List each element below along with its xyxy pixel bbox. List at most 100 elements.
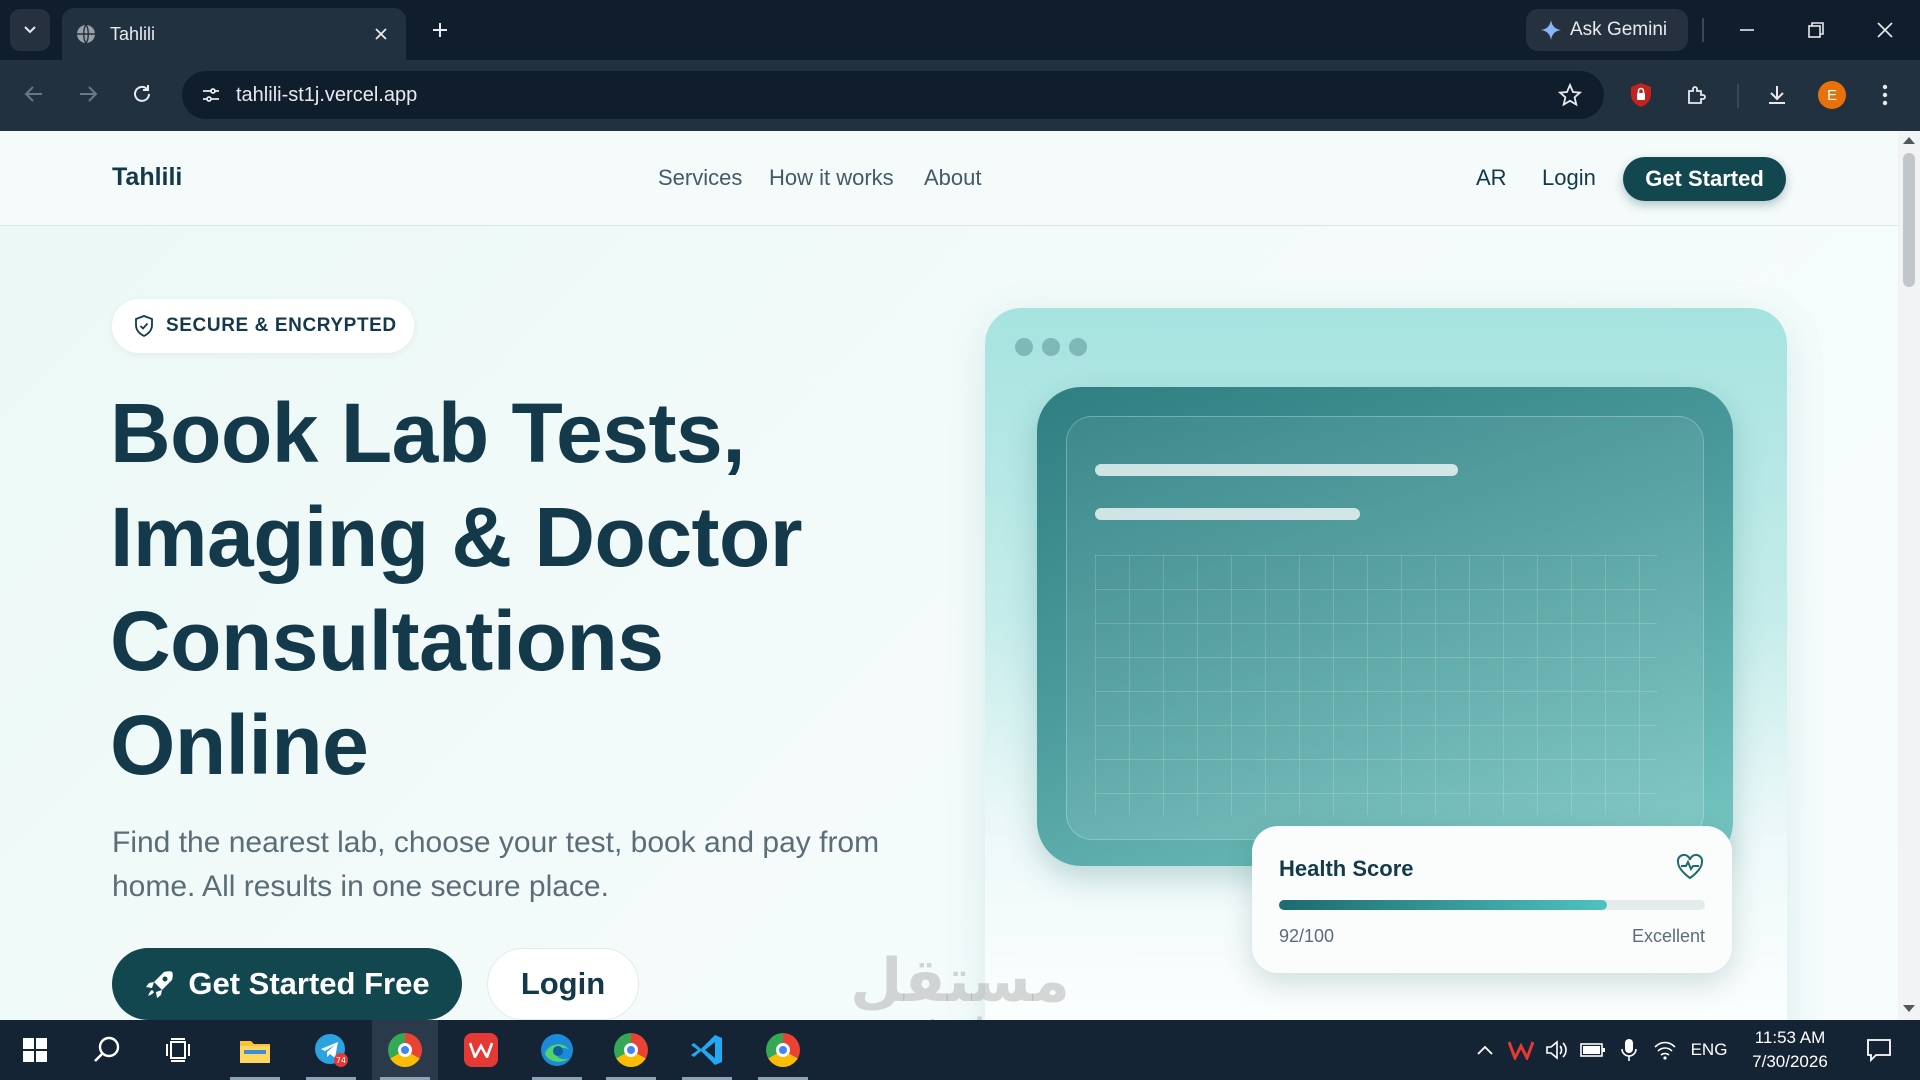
vscode-taskbar[interactable] [674, 1020, 740, 1080]
health-score-status: Excellent [1631, 926, 1705, 946]
task-view-button[interactable] [146, 1020, 212, 1080]
hero-title-line: Consultations [110, 594, 664, 688]
edge-taskbar[interactable] [524, 1020, 590, 1080]
nav-how-it-works[interactable]: How it works [769, 165, 894, 191]
nav-about[interactable]: About [924, 165, 982, 191]
back-button[interactable] [14, 74, 54, 114]
hero-title: Book Lab Tests, Imaging & Doctor Consult… [110, 381, 930, 797]
placeholder-line [1095, 508, 1360, 520]
clock-time: 11:53 AM [1754, 1028, 1826, 1047]
bookmark-button[interactable] [1552, 77, 1588, 113]
telegram-icon: 74 [315, 1034, 348, 1067]
placeholder-line [1095, 464, 1458, 476]
hero-title-line: Imaging & Doctor [110, 490, 803, 584]
secure-badge-label: SECURE & ENCRYPTED [166, 315, 397, 336]
puzzle-icon [1688, 86, 1706, 104]
nav-services[interactable]: Services [658, 165, 742, 191]
forward-button[interactable] [68, 74, 108, 114]
chrome-icon-core [398, 1043, 412, 1057]
battery-button[interactable] [1578, 1020, 1608, 1080]
close-icon [375, 28, 387, 40]
notification-center-button[interactable] [1854, 1020, 1904, 1080]
extensions-button[interactable] [1678, 76, 1716, 114]
downloads-button[interactable] [1758, 76, 1796, 114]
wps-office-icon [464, 1033, 498, 1067]
scroll-down-arrow[interactable] [1903, 1005, 1915, 1012]
chrome-taskbar-active[interactable] [372, 1020, 438, 1080]
arrow-right-icon [80, 86, 98, 102]
close-icon [1877, 22, 1893, 38]
hero-title-line: Online [110, 698, 369, 792]
ublock-extension-button[interactable] [1622, 76, 1660, 114]
wps-tray-logo-icon [1508, 1041, 1534, 1060]
tab-close-button[interactable] [370, 23, 392, 45]
wifi-icon [1654, 1041, 1676, 1060]
tab-search-button[interactable] [10, 9, 50, 51]
scrollbar-thumb[interactable] [1903, 153, 1915, 287]
watermark-arabic: مستقل [850, 947, 1070, 1014]
header-login-link[interactable]: Login [1542, 165, 1596, 191]
health-score-progress [1279, 900, 1705, 910]
window-dot [1015, 338, 1033, 356]
volume-button[interactable] [1542, 1020, 1572, 1080]
more-vertical-icon [1882, 84, 1888, 106]
tune-icon [203, 88, 219, 102]
header-get-started-button[interactable]: Get Started [1623, 157, 1786, 201]
hero-subtitle: Find the nearest lab, choose your test, … [112, 826, 880, 903]
taskbar-clock[interactable]: 11:53 AM 7/30/2026 [1740, 1026, 1840, 1074]
microphone-indicator[interactable] [1614, 1020, 1644, 1080]
reload-icon [134, 85, 150, 102]
restore-button[interactable] [1796, 10, 1836, 50]
chevron-down-icon [24, 26, 36, 34]
language-toggle[interactable]: AR [1476, 165, 1507, 191]
page-scrollbar[interactable] [1898, 131, 1920, 1020]
new-tab-button[interactable] [424, 14, 456, 46]
site-logo[interactable]: Tahlili [112, 163, 182, 192]
secure-badge: SECURE & ENCRYPTED [112, 299, 414, 353]
wps-office-taskbar[interactable] [448, 1020, 514, 1080]
mockup-screen [1037, 387, 1733, 866]
telegram-taskbar[interactable]: 74 [298, 1020, 364, 1080]
heart-pulse-icon [1676, 853, 1704, 880]
show-hidden-icons-button[interactable] [1470, 1020, 1500, 1080]
rocket-icon [146, 971, 174, 998]
start-button[interactable] [2, 1020, 68, 1080]
chevron-up-icon [1477, 1045, 1493, 1055]
scroll-up-arrow[interactable] [1903, 137, 1915, 144]
folder-icon [240, 1041, 270, 1063]
tab-title: Tahlili [110, 23, 156, 44]
task-view-icon [166, 1038, 190, 1062]
wps-tray-icon[interactable] [1506, 1020, 1536, 1080]
clock-date: 7/30/2026 [1752, 1052, 1828, 1071]
minimize-button[interactable] [1727, 10, 1767, 50]
hero-login-button[interactable]: Login [487, 948, 639, 1020]
site-header: Tahlili Services How it works About AR L… [0, 131, 1898, 226]
restore-icon [1808, 22, 1824, 38]
get-started-free-button[interactable]: Get Started Free [112, 948, 462, 1020]
profile-button[interactable]: E [1813, 76, 1851, 114]
vscode-icon [691, 1035, 722, 1065]
chrome-taskbar[interactable] [598, 1020, 664, 1080]
download-icon [1769, 86, 1785, 104]
file-explorer-taskbar[interactable] [222, 1020, 288, 1080]
input-language-button[interactable]: ENG [1686, 1020, 1732, 1080]
chrome-icon-core [776, 1043, 790, 1057]
toolbar-divider [1737, 84, 1739, 108]
reload-button[interactable] [122, 74, 162, 114]
address-bar[interactable]: tahlili-st1j.vercel.app [182, 71, 1604, 119]
telegram-unread-badge: 74 [336, 1056, 346, 1065]
chrome-taskbar-secondary[interactable] [750, 1020, 816, 1080]
site-info-button[interactable] [196, 80, 226, 110]
chrome-icon [766, 1033, 800, 1067]
network-button[interactable] [1650, 1020, 1680, 1080]
tab-bar-divider [1702, 18, 1704, 42]
windows-logo-icon [23, 1038, 47, 1062]
browser-menu-button[interactable] [1866, 76, 1904, 114]
mockup-grid [1095, 555, 1657, 815]
ask-gemini-button[interactable]: Ask Gemini [1526, 9, 1688, 51]
close-window-button[interactable] [1865, 10, 1905, 50]
battery-icon [1580, 1043, 1605, 1057]
windows-taskbar: 74 ENG 11:53 AM 7/30/2026 [0, 1020, 1920, 1080]
browser-tab[interactable]: Tahlili [62, 8, 406, 60]
search-button[interactable] [74, 1020, 140, 1080]
